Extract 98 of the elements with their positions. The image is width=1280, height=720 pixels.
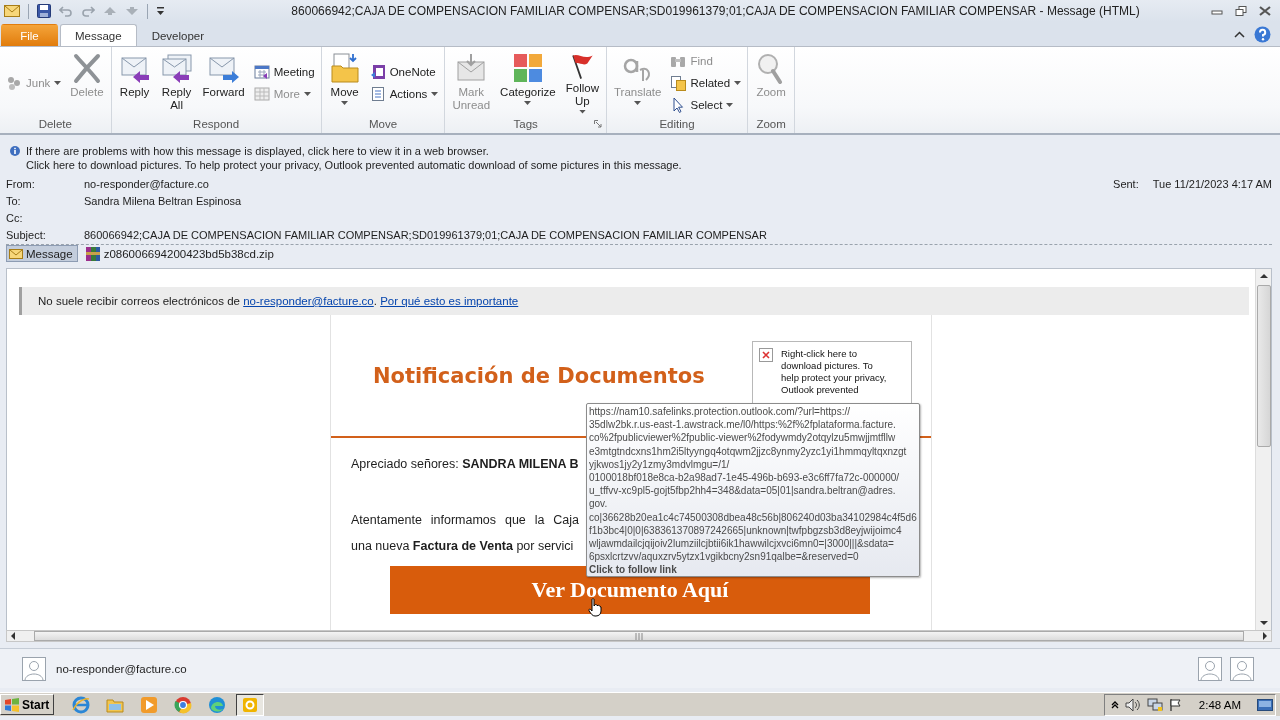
forward-button[interactable]: Forward: [198, 49, 249, 116]
group-label: Tags: [513, 117, 538, 132]
tooltip-url-line: 0100018bf018e8ca-b2a98ad7-1e45-496b-b693-e3c6ff7fa72c-000000/: [589, 470, 901, 485]
tooltip-url-line: 6psxlcrtzvv/aquxzrv5ytzx1vgikbcny2sn91qalbe=&reserved=0: [589, 550, 860, 564]
tooltip-url-line: gov.: [589, 497, 609, 511]
cursor-icon: [670, 96, 687, 113]
header-label: To:: [6, 194, 22, 207]
info-bar-text[interactable]: If there are problems with how this message is displayed, click here to view it in a web browser.: [26, 145, 489, 157]
grid-icon: [253, 85, 270, 102]
restore-icon[interactable]: [1235, 6, 1247, 16]
group-label: Zoom: [756, 117, 786, 132]
group-label: Respond: [193, 117, 240, 132]
header-value: Sandra Milena Beltran Espinosa: [84, 194, 242, 207]
actions-button[interactable]: Actions: [366, 84, 442, 103]
banner-text: No suele recibir correos electrónicos de no-responder@facture.co. Por qué esto es importante: [38, 295, 519, 307]
paragraph-line: Atentamente informamos que la Caja: [351, 512, 579, 529]
sender-name[interactable]: no-responder@facture.co: [56, 662, 187, 675]
attachment-item[interactable]: z086006694200423bd5b38cd.zip: [81, 245, 279, 262]
grip-icon: [635, 632, 643, 640]
dialog-launcher-icon[interactable]: [593, 120, 602, 128]
calendar-icon: [253, 63, 270, 80]
document-icon: [369, 85, 386, 102]
hand-cursor-icon: [588, 598, 602, 617]
tooltip-url-line: u_tffvv-xc9pl5-gojt5fbp2hh4=348&data=05|01|sandra.beltran@adres.: [589, 484, 897, 498]
avatar-icon[interactable]: [1198, 656, 1222, 681]
persons-icon: [6, 74, 22, 91]
broken-image-icon: [759, 348, 773, 362]
save-icon[interactable]: [37, 4, 51, 18]
email-title: Notificación de Documentos: [373, 363, 705, 388]
follow-up-button[interactable]: Follow Up: [561, 49, 603, 116]
collapse-caret-icon[interactable]: [1234, 30, 1245, 38]
meeting-button[interactable]: Meeting: [250, 62, 318, 81]
mail-app-button[interactable]: [236, 693, 265, 716]
envelope-icon: [455, 51, 488, 84]
message-tab[interactable]: Message: [6, 245, 78, 262]
envelope-icon: [9, 248, 23, 259]
window-title: 860066942;CAJA DE COMPENSACION FAMILIAR COMPENSAR;SD019961379;01;CAJA DE COMPENSACION FAMILIAR COMPENSAR - Message (HTML): [290, 4, 1141, 18]
header-label: From:: [6, 177, 36, 190]
horizontal-scrollbar[interactable]: [6, 630, 1272, 642]
placeholder-text: Right-click here to download pictures. To help protect your privacy, Outlook prevented: [781, 348, 887, 396]
browser-icon[interactable]: [72, 695, 91, 714]
reply-button[interactable]: Reply: [114, 49, 155, 116]
header-value: Tue 11/21/2023 4:17 AM: [1152, 177, 1272, 190]
tooltip-url-line: f1b3bc4|0|0|638361370897242665|unknown|twfpbgzsb3d8eyjwijoimc4: [589, 523, 903, 537]
tooltip-url-line: e3mtgtndcxns1hm2i5ltyyngq4otqwm2jjzc8ynmy2yzc1yi1hmmqyltqxnzgt: [589, 444, 908, 458]
header-value: 860066942;CAJA DE COMPENSACION FAMILIAR COMPENSAR;SD019961379;01;CAJA DE COMPENSACION FAMILIAR COMPENSAR: [84, 228, 767, 241]
browser-icon[interactable]: [174, 695, 193, 714]
flag-logo-icon: [4, 697, 20, 712]
categorize-button[interactable]: Categorize: [496, 49, 560, 116]
close-icon[interactable]: [1259, 6, 1271, 16]
header-label: Subject:: [6, 228, 47, 241]
tooltip-url-line: co%2fpublicviewer%2fpublic-viewer%2fodywmdy2otqylzu5mwjjmtfllw: [589, 431, 897, 445]
ribbon-tab[interactable]: Message: [60, 24, 137, 46]
tooltip-action: Click to follow link: [589, 563, 678, 577]
paragraph-line: una nueva Factura de Venta por servici: [351, 538, 574, 555]
customize-caret-icon[interactable]: [156, 6, 165, 16]
help-icon[interactable]: [1254, 25, 1271, 43]
mail-app-icon: [242, 696, 259, 713]
archive-icon: [84, 245, 101, 262]
mail-icon: [4, 5, 20, 17]
tooltip-url-line: yjkwos1jy2y1zmy3mdvlmgu=/1/: [589, 457, 731, 471]
vertical-scrollbar[interactable]: [1255, 269, 1271, 630]
network-icon[interactable]: [1146, 697, 1163, 712]
group-label: Editing: [659, 117, 695, 132]
header-label: Cc:: [6, 211, 24, 224]
start-button[interactable]: Start: [0, 694, 55, 715]
reply-all-button[interactable]: Reply All: [156, 49, 197, 116]
tooltip-url-line: wljawmdailcjqijoiv2lumziilcjbtii6ik1hawwilcjxvci6mn0=|3000|||&sdata=: [589, 536, 895, 551]
greeting-text: Apreciado señores: SANDRA MILENA B: [351, 457, 579, 471]
notebook-icon: [369, 63, 386, 80]
tooltip-url-line: co|36628b20ea1c4c74500308dbea48c56b|806240d03ba34102984c4f5d6: [589, 510, 917, 524]
media-player-icon[interactable]: [140, 695, 159, 714]
info-icon: [10, 146, 20, 156]
select-button[interactable]: Select: [667, 95, 745, 114]
info-link[interactable]: Por qué esto es importante: [380, 295, 519, 307]
speaker-icon[interactable]: [1124, 697, 1141, 712]
move-button[interactable]: Move: [324, 49, 365, 116]
clock[interactable]: 2:48 AM: [1198, 698, 1241, 711]
ribbon-tab[interactable]: Developer: [136, 24, 220, 46]
avatar-icon[interactable]: [1230, 656, 1254, 681]
caret-up-icon[interactable]: [1110, 700, 1119, 709]
show-desktop-icon[interactable]: [1257, 697, 1273, 712]
flag-icon[interactable]: [1168, 697, 1183, 712]
info-bar-text[interactable]: Click here to download pictures. To help protect your privacy, Outlook prevented automatic download of some pictures in this message.: [26, 159, 682, 171]
onenote-button[interactable]: OneNote: [366, 62, 442, 81]
header-value: no-responder@facture.co: [84, 177, 209, 190]
related-button[interactable]: Related: [667, 73, 745, 92]
color-squares-icon: [511, 51, 544, 84]
tooltip-url-line: 35dlw2bk.r.us-east-1.awstrack.me/l0/https:%2f%2fplataforma.facture.: [589, 418, 897, 432]
avatar-icon: [22, 656, 46, 681]
documents-icon: [670, 74, 687, 91]
group-label: Move: [368, 117, 398, 132]
sender-link[interactable]: no-responder@facture.co: [243, 295, 374, 307]
group-label: Delete: [38, 117, 72, 132]
header-label: Sent:: [1113, 177, 1139, 190]
folder-document-icon: [328, 51, 361, 84]
envelopes-arrow-icon: [160, 51, 193, 84]
browser-icon[interactable]: [208, 695, 227, 714]
